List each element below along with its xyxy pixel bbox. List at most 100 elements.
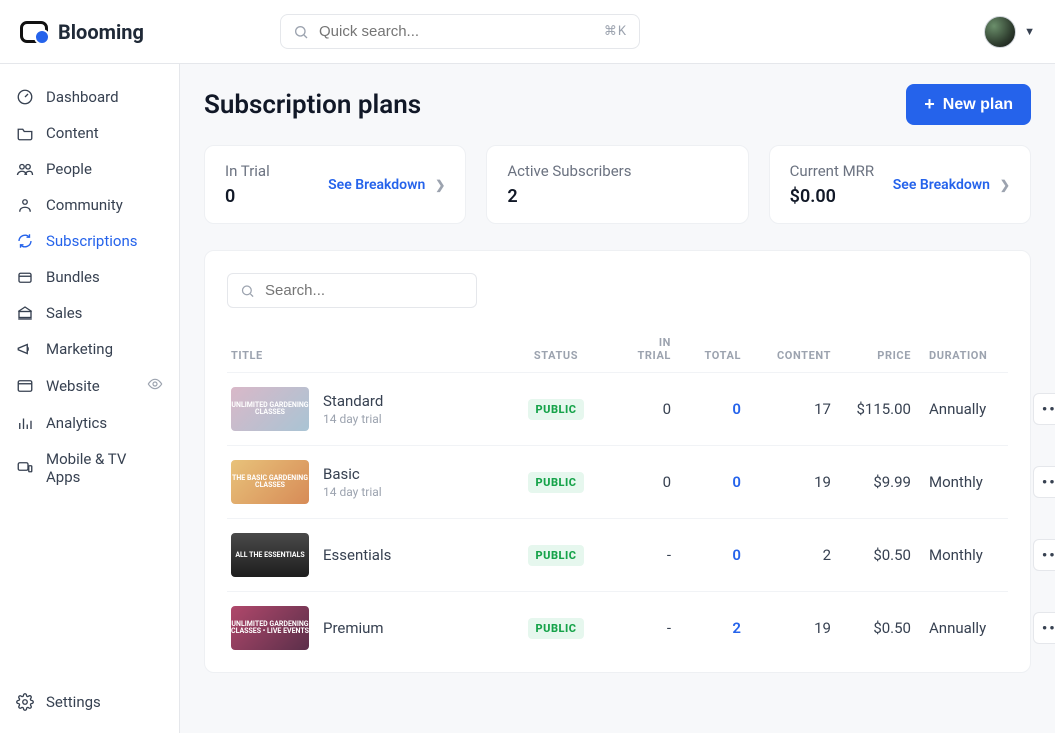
sidebar-item-people[interactable]: People bbox=[0, 152, 179, 186]
user-menu-caret-icon[interactable]: ▼ bbox=[1024, 25, 1035, 38]
th-total: TOTAL bbox=[671, 349, 741, 362]
sidebar-item-analytics[interactable]: Analytics bbox=[0, 406, 179, 440]
browser-icon bbox=[16, 377, 34, 395]
eye-icon[interactable] bbox=[147, 376, 163, 396]
table-header-row: TITLE STATUS IN TRIAL TOTAL CONTENT PRIC… bbox=[227, 336, 1008, 372]
table-row[interactable]: ALL THE ESSENTIALS Essentials PUBLIC - 0… bbox=[227, 518, 1008, 591]
duration-cell: Monthly bbox=[911, 473, 1021, 491]
price-cell: $115.00 bbox=[831, 400, 911, 418]
folder-icon bbox=[16, 124, 34, 142]
sidebar-item-content[interactable]: Content bbox=[0, 116, 179, 150]
sidebar-item-website[interactable]: Website bbox=[0, 368, 179, 404]
chevron-right-icon: ❯ bbox=[1000, 178, 1010, 192]
row-actions-button[interactable]: ••• bbox=[1033, 612, 1055, 644]
table-search-input[interactable] bbox=[265, 282, 464, 299]
brand[interactable]: Blooming bbox=[20, 20, 280, 44]
sidebar-item-community[interactable]: Community bbox=[0, 188, 179, 222]
in-trial-cell: 0 bbox=[601, 473, 671, 491]
sidebar-item-label: Website bbox=[46, 377, 100, 395]
sidebar-item-mobile-tv[interactable]: Mobile & TV Apps bbox=[0, 442, 179, 494]
row-actions-button[interactable]: ••• bbox=[1033, 393, 1055, 425]
sidebar-item-dashboard[interactable]: Dashboard bbox=[0, 80, 179, 114]
total-cell[interactable]: 2 bbox=[671, 619, 741, 637]
total-cell[interactable]: 0 bbox=[671, 400, 741, 418]
plan-title: Essentials bbox=[323, 546, 391, 564]
sidebar-item-label: Content bbox=[46, 124, 99, 142]
title-cell: ALL THE ESSENTIALS Essentials bbox=[231, 533, 511, 577]
brand-name: Blooming bbox=[58, 20, 144, 44]
plans-panel: TITLE STATUS IN TRIAL TOTAL CONTENT PRIC… bbox=[204, 250, 1031, 673]
stat-value: 2 bbox=[507, 186, 631, 207]
new-plan-button[interactable]: + New plan bbox=[906, 84, 1031, 125]
status-cell: PUBLIC bbox=[511, 545, 601, 566]
sidebar-item-label: Marketing bbox=[46, 340, 113, 358]
price-cell: $0.50 bbox=[831, 546, 911, 564]
chart-icon bbox=[16, 414, 34, 432]
status-badge: PUBLIC bbox=[528, 618, 585, 639]
stat-current-mrr: Current MRR $0.00 See Breakdown ❯ bbox=[769, 145, 1031, 224]
see-breakdown-link[interactable]: See Breakdown ❯ bbox=[893, 177, 1010, 193]
plan-title: Standard bbox=[323, 392, 383, 410]
quick-search[interactable]: ⌘K bbox=[280, 14, 640, 49]
row-actions-button[interactable]: ••• bbox=[1033, 466, 1055, 498]
plan-title: Premium bbox=[323, 619, 384, 637]
page-title: Subscription plans bbox=[204, 90, 421, 120]
table-row[interactable]: UNLIMITED GARDENING CLASSES • LIVE EVENT… bbox=[227, 591, 1008, 664]
sidebar-item-subscriptions[interactable]: Subscriptions bbox=[0, 224, 179, 258]
table-row[interactable]: UNLIMITED GARDENING CLASSES Standard 14 … bbox=[227, 372, 1008, 445]
th-duration: DURATION bbox=[911, 349, 1021, 362]
th-price: PRICE bbox=[831, 349, 911, 362]
people-icon bbox=[16, 160, 34, 178]
search-shortcut: ⌘K bbox=[604, 24, 627, 39]
megaphone-icon bbox=[16, 340, 34, 358]
plan-subtitle: 14 day trial bbox=[323, 485, 382, 499]
th-content: CONTENT bbox=[741, 349, 831, 362]
see-breakdown-link[interactable]: See Breakdown ❯ bbox=[328, 177, 445, 193]
plan-thumbnail: THE BASIC GARDENING CLASSES bbox=[231, 460, 309, 504]
title-cell: THE BASIC GARDENING CLASSES Basic 14 day… bbox=[231, 460, 511, 504]
avatar[interactable] bbox=[984, 16, 1016, 48]
sidebar-item-marketing[interactable]: Marketing bbox=[0, 332, 179, 366]
plan-title: Basic bbox=[323, 465, 382, 483]
main-content: Subscription plans + New plan In Trial 0… bbox=[180, 64, 1055, 733]
stat-value: $0.00 bbox=[790, 186, 875, 207]
status-badge: PUBLIC bbox=[528, 399, 585, 420]
sidebar-item-label: Dashboard bbox=[46, 88, 119, 106]
sidebar-settings-label: Settings bbox=[46, 693, 101, 711]
plan-thumbnail: ALL THE ESSENTIALS bbox=[231, 533, 309, 577]
search-icon bbox=[240, 283, 255, 299]
see-breakdown-label: See Breakdown bbox=[328, 177, 425, 193]
status-badge: PUBLIC bbox=[528, 545, 585, 566]
box-icon bbox=[16, 268, 34, 286]
status-cell: PUBLIC bbox=[511, 618, 601, 639]
table-search[interactable] bbox=[227, 273, 477, 308]
content-cell: 17 bbox=[741, 400, 831, 418]
status-badge: PUBLIC bbox=[528, 472, 585, 493]
content-cell: 19 bbox=[741, 619, 831, 637]
sidebar-item-label: Bundles bbox=[46, 268, 100, 286]
gear-icon bbox=[16, 693, 34, 711]
duration-cell: Annually bbox=[911, 619, 1021, 637]
duration-cell: Annually bbox=[911, 400, 1021, 418]
refresh-icon bbox=[16, 232, 34, 250]
sidebar-item-settings[interactable]: Settings bbox=[0, 683, 179, 721]
stat-label: In Trial bbox=[225, 162, 270, 180]
title-cell: UNLIMITED GARDENING CLASSES • LIVE EVENT… bbox=[231, 606, 511, 650]
gauge-icon bbox=[16, 88, 34, 106]
bank-icon bbox=[16, 304, 34, 322]
in-trial-cell: - bbox=[601, 619, 671, 637]
duration-cell: Monthly bbox=[911, 546, 1021, 564]
sidebar-item-sales[interactable]: Sales bbox=[0, 296, 179, 330]
total-cell[interactable]: 0 bbox=[671, 546, 741, 564]
total-cell[interactable]: 0 bbox=[671, 473, 741, 491]
quick-search-input[interactable] bbox=[319, 23, 594, 40]
row-actions-button[interactable]: ••• bbox=[1033, 539, 1055, 571]
table-row[interactable]: THE BASIC GARDENING CLASSES Basic 14 day… bbox=[227, 445, 1008, 518]
chevron-right-icon: ❯ bbox=[435, 178, 445, 192]
sidebar-item-bundles[interactable]: Bundles bbox=[0, 260, 179, 294]
content-cell: 2 bbox=[741, 546, 831, 564]
stat-in-trial: In Trial 0 See Breakdown ❯ bbox=[204, 145, 466, 224]
in-trial-cell: - bbox=[601, 546, 671, 564]
sidebar: Dashboard Content People Community Subsc… bbox=[0, 64, 180, 733]
price-cell: $9.99 bbox=[831, 473, 911, 491]
